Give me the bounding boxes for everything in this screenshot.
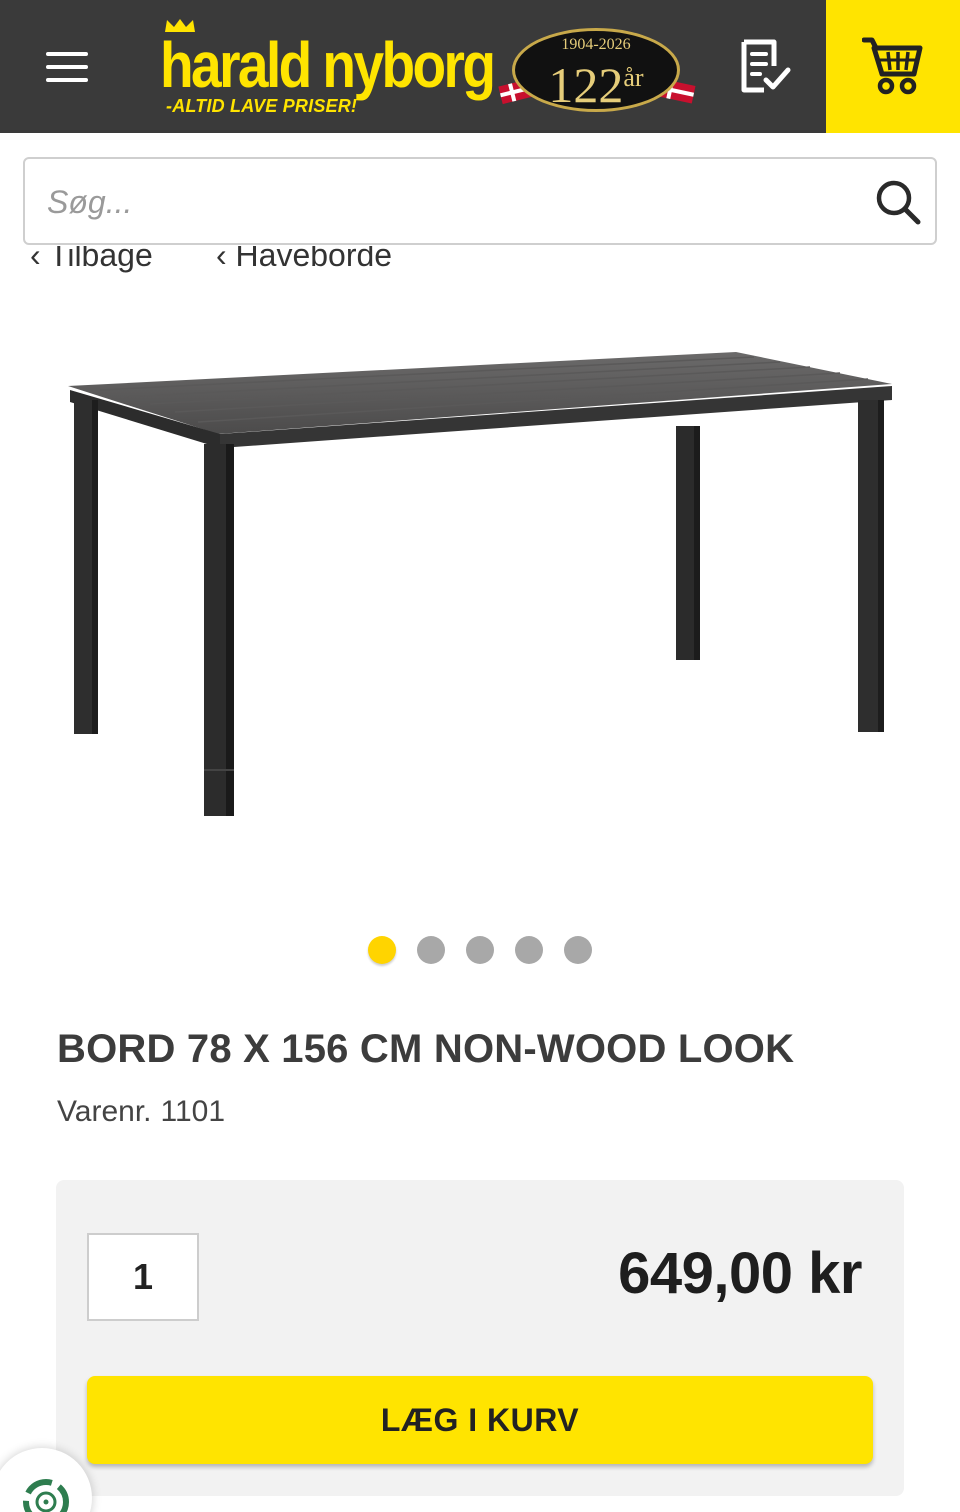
search-input[interactable] <box>47 173 867 231</box>
shopping-list-icon[interactable] <box>734 36 794 96</box>
brand-logo[interactable]: harald nyborg -ALTID LAVE PRISER! <box>160 19 500 122</box>
anniversary-number: 122år <box>512 50 680 113</box>
menu-bar <box>46 78 88 82</box>
quantity-field[interactable]: 1 <box>87 1233 199 1321</box>
search-icon[interactable] <box>873 177 923 227</box>
menu-bar <box>46 65 88 69</box>
cart-button[interactable] <box>826 0 960 133</box>
product-sku: Varenr. 1101 <box>57 1095 225 1129</box>
breadcrumb-back-link[interactable]: ‹ Tilbage <box>30 246 153 274</box>
menu-bar <box>46 52 88 56</box>
site-header: harald nyborg -ALTID LAVE PRISER! 1904-2… <box>0 0 960 133</box>
product-image[interactable] <box>40 330 920 840</box>
cart-icon <box>862 37 923 95</box>
carousel-dot[interactable] <box>564 936 592 964</box>
anniversary-count: 122 <box>548 57 624 113</box>
product-title: BORD 78 X 156 CM NON-WOOD LOOK <box>57 1027 795 1071</box>
sku-label: Varenr. <box>57 1095 152 1128</box>
carousel-dot[interactable] <box>417 936 445 964</box>
anniversary-unit: år <box>623 63 644 92</box>
recycle-badge-icon <box>23 1479 69 1512</box>
logo-tagline: -ALTID LAVE PRISER! <box>166 96 358 116</box>
anniversary-badge: 1904-2026 122år <box>498 24 696 114</box>
search-bar <box>23 157 937 245</box>
buy-box: 1 649,00 kr LÆG I KURV <box>56 1180 904 1496</box>
carousel-dot[interactable] <box>515 936 543 964</box>
carousel-dot[interactable] <box>466 936 494 964</box>
breadcrumb: ‹ Tilbage ‹ Haveborde <box>0 246 960 286</box>
image-carousel-dots <box>366 936 606 966</box>
product-price: 649,00 kr <box>618 1241 862 1306</box>
breadcrumb-category-link[interactable]: ‹ Haveborde <box>216 246 392 274</box>
logo-name: harald nyborg <box>160 29 496 101</box>
add-to-cart-button[interactable]: LÆG I KURV <box>87 1376 873 1464</box>
sku-value: 1101 <box>160 1095 226 1128</box>
hamburger-menu-icon[interactable] <box>40 44 94 88</box>
carousel-dot-active[interactable] <box>368 936 396 964</box>
